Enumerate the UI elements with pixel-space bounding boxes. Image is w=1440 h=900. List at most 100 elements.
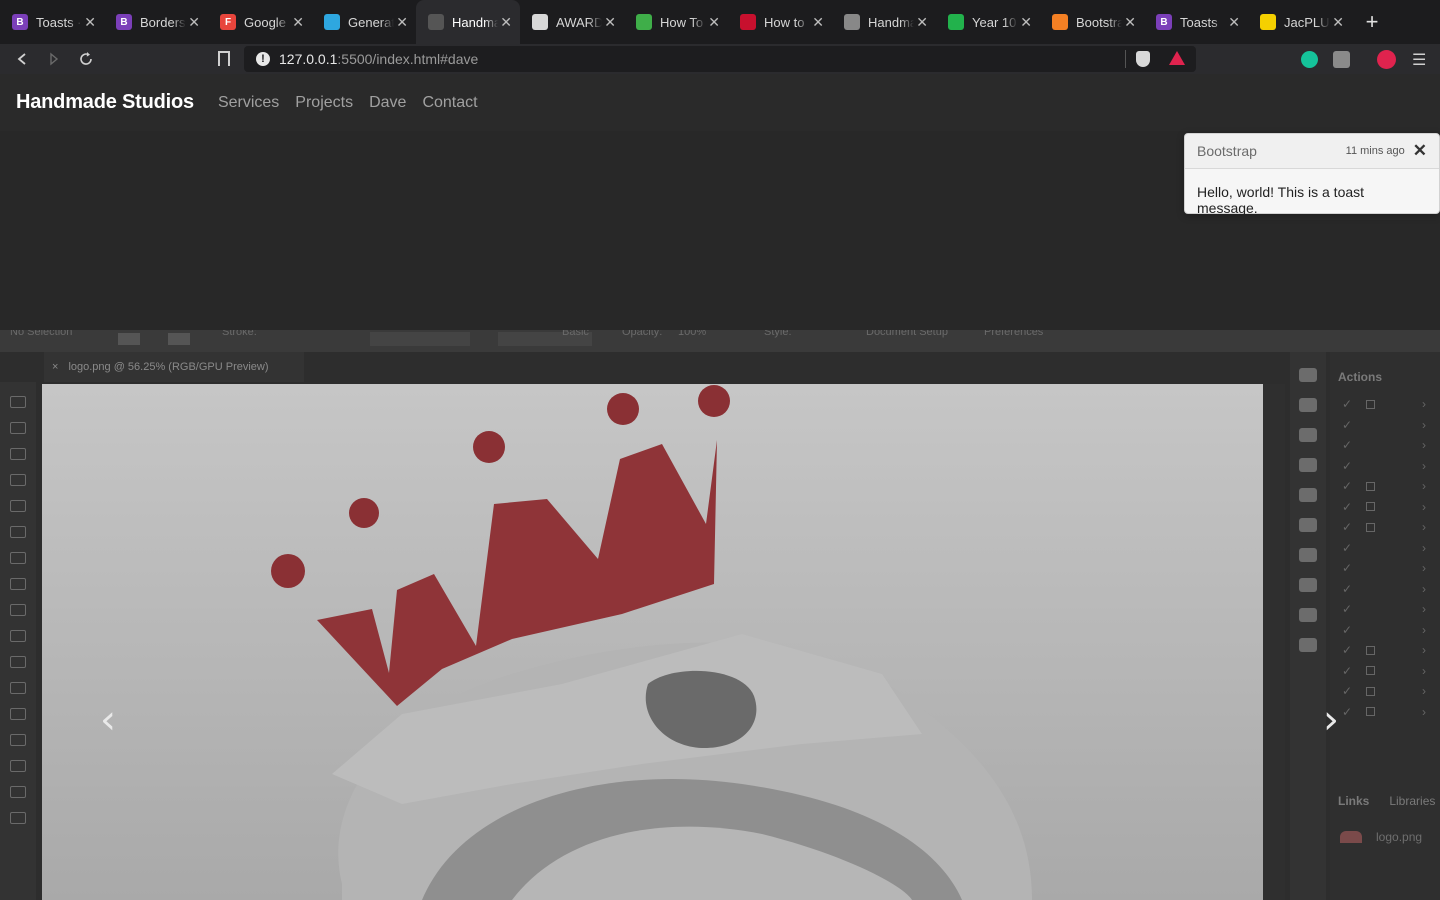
tab-close-icon[interactable]: ✕	[188, 14, 200, 31]
browser-tab[interactable]: Year 10 ✕	[936, 0, 1040, 44]
tab-title: Year 10	[972, 14, 1017, 30]
nav-link-projects[interactable]: Projects	[295, 94, 353, 112]
action-row: ✓ ›	[1342, 479, 1426, 494]
browser-toolbar: ! 127.0.0.1:5500/index.html#dave ☰	[0, 44, 1440, 74]
reload-button[interactable]	[70, 44, 102, 74]
brave-shield-icon[interactable]	[1136, 51, 1150, 67]
tab-favicon-icon	[1260, 14, 1276, 30]
site-navbar: Handmade Studios Services Projects Dave …	[0, 74, 1440, 131]
tab-title: AWARDS	[556, 14, 602, 30]
tab-title: How to	[764, 14, 805, 30]
tab-favicon-icon	[948, 14, 964, 30]
browser-tab[interactable]: Handmade✕	[832, 0, 936, 44]
eagle-logo-art	[271, 385, 1032, 900]
tab-close-icon[interactable]: ✕	[604, 14, 616, 31]
tab-title: Handmade	[868, 14, 914, 30]
tab-close-icon[interactable]: ✕	[1020, 14, 1032, 31]
tab-close-icon[interactable]: ✕	[84, 14, 96, 31]
tab-title: Handmade	[452, 14, 498, 30]
tab-favicon-icon	[844, 14, 860, 30]
action-row: ✓ ›	[1342, 397, 1426, 412]
browser-tab[interactable]: B Toasts · Bootstrap✕	[0, 0, 104, 44]
extension-icon[interactable]	[1333, 51, 1350, 68]
url-text: 127.0.0.1:5500/index.html#dave	[279, 51, 479, 67]
browser-tab[interactable]: Generate✕	[312, 0, 416, 44]
tab-title: Generate	[348, 14, 394, 30]
info-icon[interactable]: !	[256, 52, 270, 66]
nav-link-services[interactable]: Services	[218, 94, 279, 112]
action-row: ✓ ›	[1342, 643, 1426, 658]
browser-tab[interactable]: Handmade✕	[416, 0, 520, 44]
illustrator-panel-icons	[1290, 352, 1326, 900]
tab-close-icon[interactable]: ✕	[812, 14, 824, 31]
tab-close-icon[interactable]: ✕	[292, 14, 304, 31]
browser-tab[interactable]: F Google Fonts✕	[208, 0, 312, 44]
tab-close-icon[interactable]: ✕	[1228, 14, 1240, 31]
tab-close-icon[interactable]: ✕	[708, 14, 720, 31]
action-row: ✓ ›	[1342, 438, 1426, 453]
tab-favicon-icon	[740, 14, 756, 30]
browser-tab[interactable]: B Toasts ✕	[1144, 0, 1248, 44]
browser-tab[interactable]: B Borders ✕	[104, 0, 208, 44]
browser-tab[interactable]: How To ✕	[624, 0, 728, 44]
tab-close-icon[interactable]: ✕	[1124, 14, 1136, 31]
tab-favicon-icon	[324, 14, 340, 30]
carousel-prev-button[interactable]: ‹	[88, 697, 128, 743]
browser-tab[interactable]: AWARDS✕	[520, 0, 624, 44]
reload-icon	[80, 52, 92, 65]
toast-header: Bootstrap 11 mins ago ✕	[1185, 134, 1439, 169]
tab-close-icon[interactable]: ✕	[396, 14, 408, 31]
carousel: No Selection Stroke: Basic Opacity: 100%…	[0, 330, 1440, 900]
carousel-next-button[interactable]: ›	[1311, 697, 1351, 743]
illustrator-toolbox	[0, 382, 36, 900]
browser-tab[interactable]: How to ✕	[728, 0, 832, 44]
grammarly-extension-icon[interactable]	[1301, 51, 1318, 68]
actions-panel: Actions ✓ › ✓ › ✓ › ✓ › ✓ › ✓ › ✓ › ✓ › ✓ › ✓ › ✓ › ✓ › ✓ › ✓ › ✓ › ✓ ›…	[1330, 352, 1440, 900]
toast: Bootstrap 11 mins ago ✕ Hello, world! Th…	[1184, 133, 1440, 216]
address-bar[interactable]: ! 127.0.0.1:5500/index.html#dave	[244, 46, 1196, 72]
toast-timestamp: 11 mins ago	[1345, 145, 1405, 157]
browser-tab[interactable]: JacPLUS✕	[1248, 0, 1352, 44]
tab-title: How To	[660, 14, 704, 30]
chevron-right-icon: ›	[1323, 697, 1339, 743]
action-row: ✓ ›	[1342, 417, 1426, 432]
tab-close-icon[interactable]: ✕	[500, 14, 512, 31]
forward-button[interactable]	[38, 44, 70, 74]
tab-favicon-icon	[1052, 14, 1068, 30]
nav-link-dave[interactable]: Dave	[369, 94, 406, 112]
tab-close-icon[interactable]: ✕	[916, 14, 928, 31]
artboard	[42, 384, 1263, 900]
illustrator-document-tab: × logo.png @ 56.25% (RGB/GPU Preview)	[44, 352, 304, 382]
action-row: ✓ ›	[1342, 684, 1426, 699]
tab-close-icon[interactable]: ✕	[1332, 14, 1344, 31]
new-tab-button[interactable]: +	[1358, 8, 1386, 36]
back-button[interactable]	[6, 44, 38, 74]
menu-icon[interactable]: ☰	[1412, 50, 1426, 70]
nav-links: Services Projects Dave Contact	[218, 94, 494, 112]
action-row: ✓ ›	[1342, 458, 1426, 473]
tab-favicon-icon: B	[116, 14, 132, 30]
tab-favicon-icon: B	[12, 14, 28, 30]
brave-rewards-icon[interactable]	[1169, 51, 1185, 65]
address-separator	[1125, 50, 1126, 68]
action-row: ✓ ›	[1342, 499, 1426, 514]
tab-favicon-icon: B	[1156, 14, 1172, 30]
chevron-left-icon: ‹	[100, 697, 116, 743]
navbar-brand[interactable]: Handmade Studios	[16, 91, 194, 114]
carousel-image: No Selection Stroke: Basic Opacity: 100%…	[0, 330, 1440, 900]
action-row: ✓ ›	[1342, 663, 1426, 678]
toast-body: Hello, world! This is a toast message.	[1197, 184, 1365, 216]
arrow-left-icon	[17, 53, 26, 65]
profile-avatar[interactable]	[1377, 50, 1396, 69]
toast-title: Bootstrap	[1197, 143, 1257, 159]
action-row: ✓ ›	[1342, 520, 1426, 535]
action-row: ✓ ›	[1342, 540, 1426, 555]
action-row: ✓ ›	[1342, 581, 1426, 596]
action-row: ✓ ›	[1342, 622, 1426, 637]
bookmark-icon[interactable]	[218, 51, 230, 66]
tab-title: JacPLUS	[1284, 14, 1330, 30]
nav-link-contact[interactable]: Contact	[422, 94, 477, 112]
browser-tab[interactable]: Bootstrap✕	[1040, 0, 1144, 44]
tab-favicon-icon	[532, 14, 548, 30]
toast-close-button[interactable]: ✕	[1413, 141, 1427, 161]
